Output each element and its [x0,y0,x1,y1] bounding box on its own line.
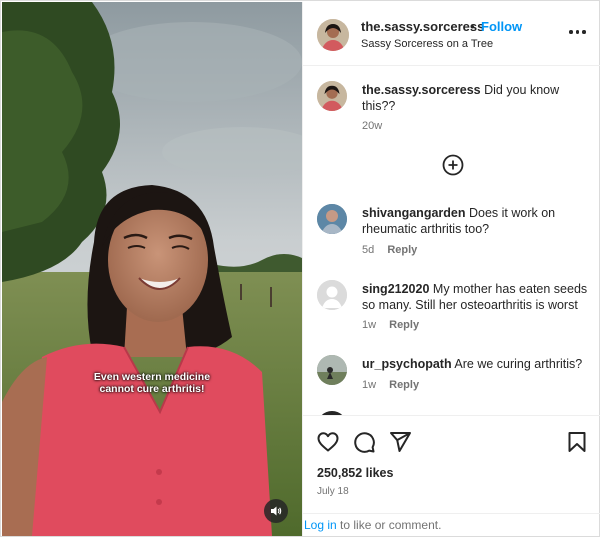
author-username-link[interactable]: the.sassy.sorceress [361,19,484,34]
commenter-avatar[interactable] [317,280,347,310]
comment-age[interactable]: 5d [362,244,374,256]
author-avatar[interactable] [317,19,349,51]
speaker-icon [271,506,282,516]
paper-plane-icon[interactable] [388,430,412,454]
video-frame-image [2,2,302,536]
login-prompt: Log in to like or comment. [303,513,600,537]
like-count[interactable]: 250,852 likes [317,466,393,480]
heart-icon[interactable] [316,430,340,454]
separator-dot: • [470,19,475,34]
caption-age[interactable]: 20w [362,120,382,132]
commenter-avatar[interactable] [317,355,347,385]
comment-username-link[interactable]: sing212020 [362,282,429,296]
caption-text: the.sassy.sorceress Did you know this?? [362,82,590,114]
reply-button[interactable]: Reply [389,379,419,391]
post-date[interactable]: July 18 [317,486,349,497]
comment-text: ur_psychopath Are we curing arthritis? [362,356,590,372]
comments-list[interactable]: the.sassy.sorceress Did you know this?? … [303,67,600,415]
sound-toggle-button[interactable] [264,499,288,523]
comment-text: sing212020 My mother has eaten seeds so … [362,281,590,313]
follow-button[interactable]: Follow [481,19,522,34]
login-link[interactable]: Log in [304,518,337,532]
caption-meta: 20w [362,120,382,132]
default-avatar-icon [317,280,347,310]
caption-line-1: Even western medicine [93,371,211,383]
login-prompt-text: to like or comment. [336,518,442,532]
comment-text: shivangangarden Does it work on rheumati… [362,205,590,237]
caption-username-link[interactable]: the.sassy.sorceress [362,83,481,97]
reply-button[interactable]: Reply [387,244,417,256]
comment-meta: 1w Reply [362,319,419,331]
caption-line-2: cannot cure arthritis! [99,383,205,395]
comment-meta: 1w Reply [362,379,419,391]
post-header: the.sassy.sorceress • Follow Sassy Sorce… [303,2,600,66]
commenter-avatar[interactable] [317,204,347,234]
plus-circle-icon [442,154,464,176]
comment-age[interactable]: 1w [362,379,376,391]
reply-button[interactable]: Reply [389,319,419,331]
comment-username-link[interactable]: ur_psychopath [362,357,452,371]
post-frame: Even western medicine cannot cure arthri… [0,0,600,537]
post-actions: 250,852 likes July 18 Log in to like or … [303,415,600,536]
comment-username-link[interactable]: shivangangarden [362,206,466,220]
load-more-comments-button[interactable] [442,154,464,181]
bookmark-icon[interactable] [565,430,589,454]
comment-body: Are we curing arthritis? [454,357,583,371]
author-avatar[interactable] [317,81,347,111]
comment-meta: 5d Reply [362,244,417,256]
comment-age[interactable]: 1w [362,319,376,331]
post-side-panel: the.sassy.sorceress • Follow Sassy Sorce… [302,2,600,536]
post-video[interactable]: Even western medicine cannot cure arthri… [2,2,302,536]
more-horizontal-icon[interactable] [569,30,586,34]
comment-bubble-icon[interactable] [352,430,376,454]
location-link[interactable]: Sassy Sorceress on a Tree [361,38,493,50]
video-caption: Even western medicine cannot cure arthri… [42,371,262,395]
